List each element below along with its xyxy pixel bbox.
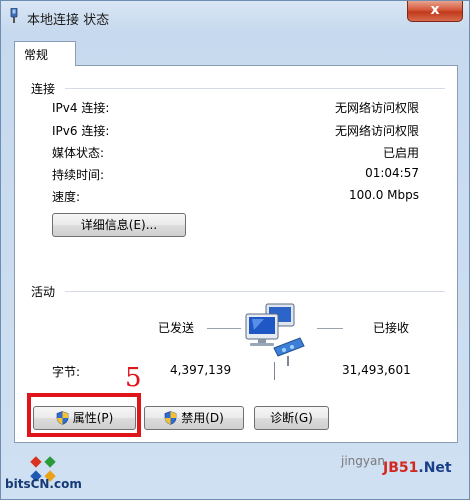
title-bar[interactable]: 本地连接 状态 x — [1, 1, 469, 33]
window-title: 本地连接 状态 — [27, 13, 110, 28]
bitscn-watermark: bitsCN.com — [5, 477, 82, 491]
ipv6-label: IPv6 连接: — [52, 124, 110, 138]
local-connection-status-dialog: 本地连接 状态 x 常规 连接 IPv4 连接: 无网络访问权限 IPv6 连接… — [0, 0, 470, 500]
details-button[interactable]: 详细信息(E)... — [52, 213, 186, 237]
jb51-watermark-red: JB51 — [383, 460, 419, 476]
activity-divider — [274, 362, 275, 380]
received-label: 已接收 — [373, 321, 410, 335]
tab-general[interactable]: 常规 — [14, 41, 76, 66]
details-button-label: 详细信息(E)... — [80, 218, 158, 232]
diagnose-button[interactable]: 诊断(G) — [254, 406, 329, 430]
ipv6-value: 无网络访问权限 — [334, 124, 419, 138]
sent-label: 已发送 — [158, 321, 195, 335]
disable-button-label: 禁用(D) — [181, 411, 224, 425]
ipv4-value: 无网络访问权限 — [334, 101, 419, 115]
network-adapter-icon — [10, 8, 18, 23]
annotation-highlight-box — [27, 393, 141, 437]
bitscn-logo-icon — [30, 456, 56, 482]
close-button[interactable]: x — [407, 1, 463, 22]
close-icon: x — [430, 2, 440, 18]
connection-separator — [65, 88, 445, 89]
general-panel: 连接 IPv4 连接: 无网络访问权限 IPv6 连接: 无网络访问权限 媒体状… — [14, 65, 458, 443]
activity-separator — [65, 291, 445, 292]
diagnose-button-label: 诊断(G) — [270, 411, 313, 425]
duration-value: 01:04:57 — [365, 166, 419, 180]
disable-button[interactable]: 禁用(D) — [144, 406, 244, 430]
uac-shield-icon — [164, 411, 177, 425]
speed-value: 100.0 Mbps — [348, 188, 419, 202]
network-computers-icon — [245, 303, 305, 366]
media-state-value: 已启用 — [382, 146, 419, 160]
jingyan-watermark: jingyan — [341, 454, 385, 468]
bytes-label: 字节: — [52, 365, 81, 379]
connection-heading: 连接 — [31, 82, 56, 96]
ipv4-label: IPv4 连接: — [52, 101, 110, 115]
duration-label: 持续时间: — [52, 168, 105, 182]
received-line — [317, 328, 343, 329]
annotation-step-number: 5 — [125, 363, 142, 393]
jb51-watermark: JB51.Net — [383, 460, 452, 476]
bytes-received-value: 31,493,601 — [342, 363, 411, 377]
activity-heading: 活动 — [31, 285, 56, 299]
bytes-sent-value: 4,397,139 — [170, 363, 232, 377]
tab-general-label: 常规 — [24, 48, 49, 62]
media-state-label: 媒体状态: — [52, 146, 105, 160]
speed-label: 速度: — [52, 190, 81, 204]
jb51-watermark-blue: .Net — [418, 460, 452, 476]
sent-line — [207, 328, 241, 329]
